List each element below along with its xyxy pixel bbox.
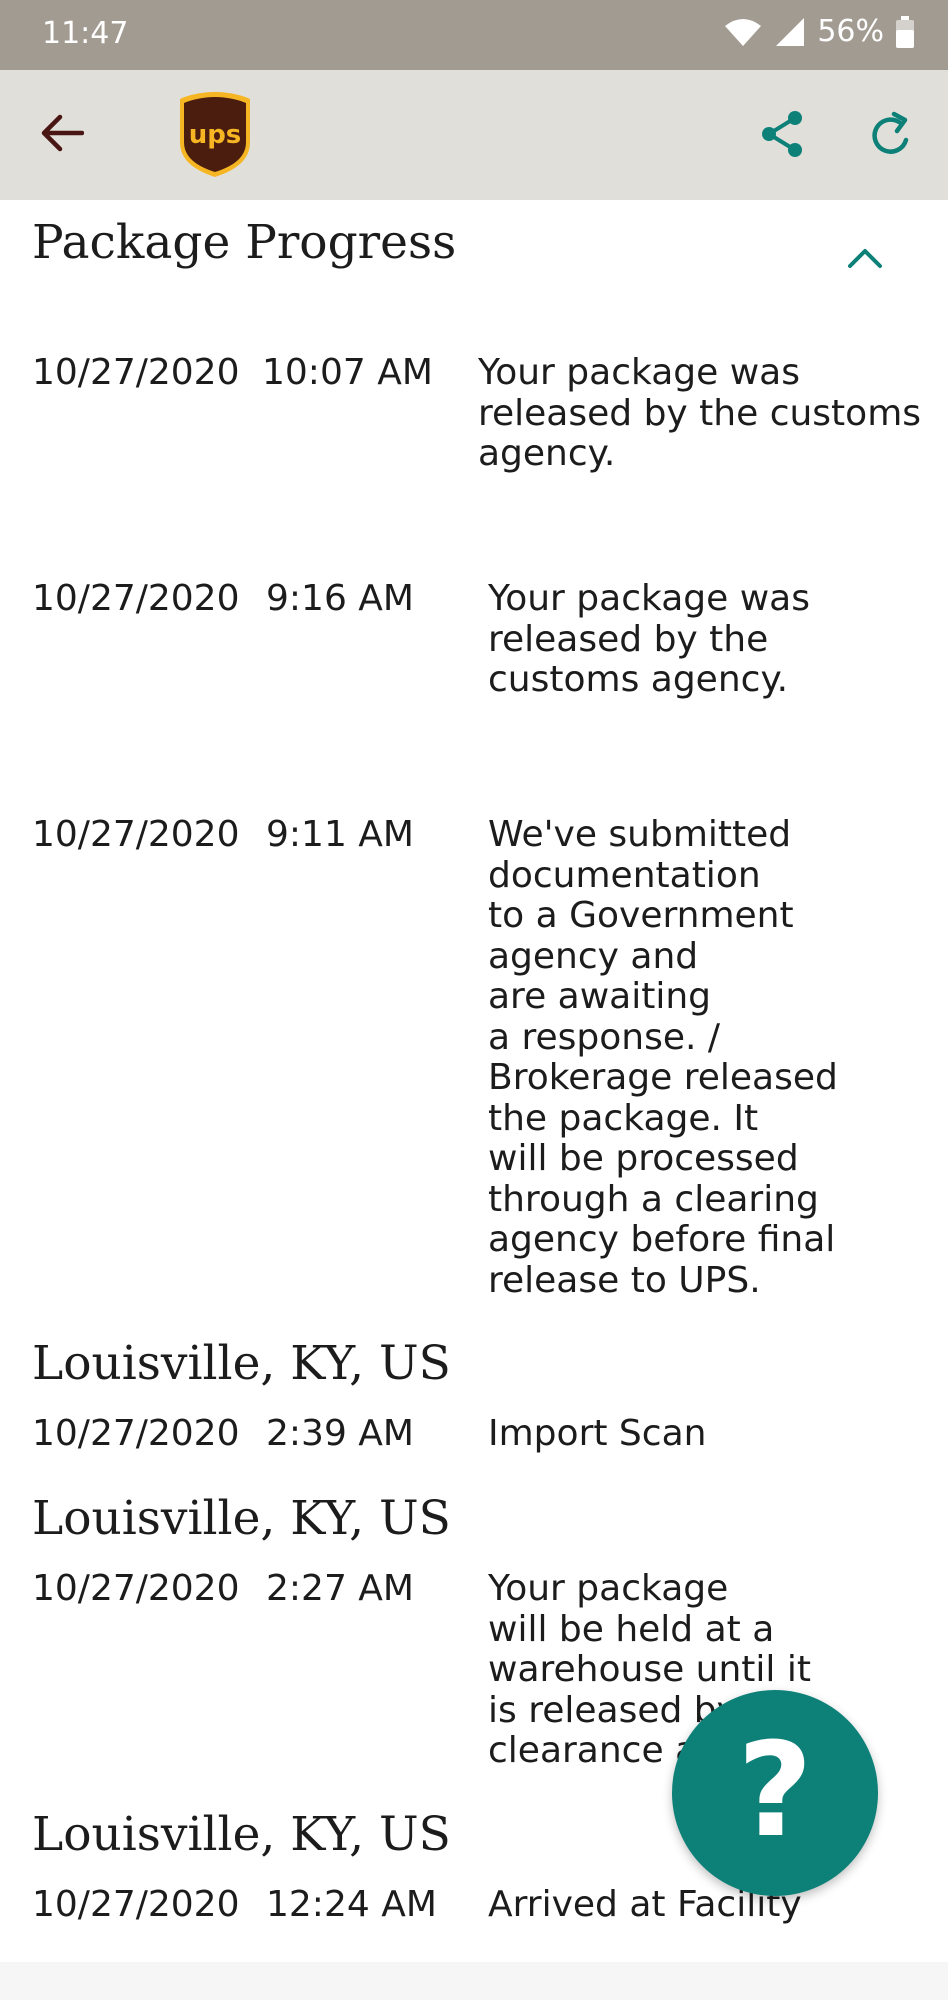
event-date: 10/27/2020	[32, 1568, 240, 1609]
event-date: 10/27/2020	[32, 1413, 240, 1454]
refresh-icon	[869, 110, 915, 162]
event-time: 12:24 AM	[266, 1884, 437, 1925]
svg-text:ups: ups	[189, 120, 242, 150]
event-description: We've submitted documentation to a Gover…	[488, 814, 838, 1301]
event-description: Import Scan	[488, 1413, 707, 1454]
event-location: Louisville, KY, US	[32, 1807, 451, 1862]
chevron-up-icon	[847, 247, 883, 273]
help-button[interactable]: ?	[672, 1690, 878, 1896]
event-time: 9:11 AM	[266, 814, 414, 855]
back-arrow-icon	[40, 113, 85, 157]
back-button[interactable]	[32, 105, 92, 165]
bottom-edge	[0, 1962, 948, 2000]
ups-logo: ups	[178, 90, 252, 178]
event-date: 10/27/2020	[32, 578, 240, 619]
event-description: Your package was released by the customs…	[478, 352, 922, 474]
status-time: 11:47	[42, 16, 129, 51]
collapse-button[interactable]	[840, 240, 890, 280]
signal-icon	[775, 17, 805, 47]
event-time: 2:39 AM	[266, 1413, 414, 1454]
battery-percent: 56%	[817, 14, 884, 49]
event-time: 9:16 AM	[266, 578, 414, 619]
event-time: 10:07 AM	[262, 352, 433, 393]
share-button[interactable]	[752, 106, 812, 166]
package-progress-title: Package Progress	[32, 215, 457, 270]
event-date: 10/27/2020	[32, 814, 240, 855]
event-location: Louisville, KY, US	[32, 1336, 451, 1391]
event-description: Your package was released by the customs…	[488, 578, 810, 700]
event-location: Louisville, KY, US	[32, 1491, 451, 1546]
event-description: Arrived at Facility	[488, 1884, 802, 1925]
battery-icon	[896, 15, 914, 48]
refresh-button[interactable]	[862, 106, 922, 166]
event-date: 10/27/2020	[32, 1884, 240, 1925]
event-date: 10/27/2020	[32, 352, 240, 393]
help-button-label: ?	[737, 1714, 813, 1866]
status-icons: 56%	[723, 14, 914, 49]
app-bar: ups	[0, 70, 948, 200]
event-time: 2:27 AM	[266, 1568, 414, 1609]
wifi-icon	[723, 17, 763, 47]
share-icon	[759, 110, 805, 162]
status-bar: 11:47 56%	[0, 0, 948, 70]
